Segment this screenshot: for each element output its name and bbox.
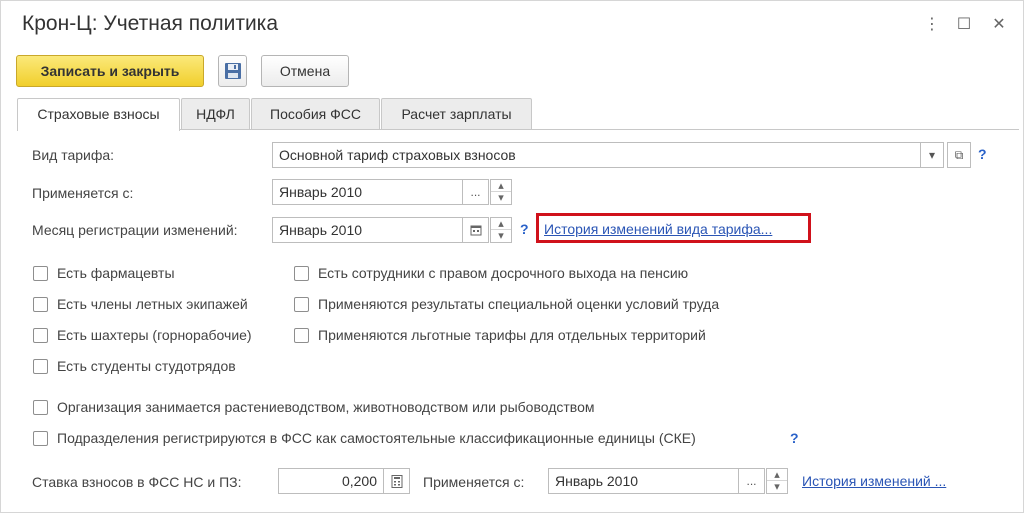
tariff-field[interactable]: Основной тариф страховых взносов [272, 142, 921, 168]
fss-applies-from-select-button[interactable]: ... [738, 468, 765, 494]
close-icon[interactable]: ✕ [989, 15, 1009, 35]
tab-ndfl[interactable]: НДФЛ [181, 98, 250, 129]
ske-help-icon[interactable]: ? [790, 430, 799, 446]
tariff-open-icon[interactable]: ⧉ [947, 142, 971, 168]
checkbox-miners[interactable]: Есть шахтеры (горнорабочие) [33, 326, 283, 346]
checkbox-label: Подразделения регистрируются в ФСС как с… [57, 430, 696, 446]
save-and-close-button[interactable]: Записать и закрыть [16, 55, 204, 87]
checkbox-box[interactable] [294, 297, 309, 312]
checkbox-box[interactable] [33, 400, 48, 415]
spin-up-icon[interactable]: ▴ [491, 218, 511, 230]
checkbox-label: Применяются результаты специальной оценк… [318, 296, 720, 312]
title-bar: Крон-Ц: Учетная политика ⋮ ☐ ✕ [1, 1, 1024, 51]
checkbox-flight-crew[interactable]: Есть члены летных экипажей [33, 295, 283, 315]
maximize-icon[interactable]: ☐ [954, 15, 974, 35]
spin-down-icon[interactable]: ▾ [491, 192, 511, 204]
checkbox-box[interactable] [33, 328, 48, 343]
checkbox-label: Организация занимается растениеводством,… [57, 399, 595, 415]
tariff-history-link[interactable]: История изменений вида тарифа... [544, 221, 772, 237]
checkbox-label: Применяются льготные тарифы для отдельны… [318, 327, 706, 343]
tab-insurance-contributions[interactable]: Страховые взносы [17, 98, 180, 131]
policy-window: Крон-Ц: Учетная политика ⋮ ☐ ✕ Записать … [0, 0, 1024, 513]
reg-month-field[interactable]: Январь 2010 [272, 217, 463, 243]
spin-down-icon[interactable]: ▾ [491, 230, 511, 242]
more-icon[interactable]: ⋮ [922, 15, 942, 35]
checkbox-agriculture[interactable]: Организация занимается растениеводством,… [33, 398, 693, 418]
tariff-help-icon[interactable]: ? [978, 146, 987, 162]
checkbox-label: Есть студенты студотрядов [57, 358, 236, 374]
fss-applies-from-field[interactable]: Январь 2010 [548, 468, 739, 494]
checkbox-box[interactable] [33, 297, 48, 312]
checkbox-label: Есть сотрудники с правом досрочного выхо… [318, 265, 689, 281]
applies-from-field[interactable]: Январь 2010 [272, 179, 463, 205]
save-button[interactable] [218, 55, 247, 87]
fss-history-link[interactable]: История изменений ... [802, 473, 946, 489]
checkbox-label: Есть шахтеры (горнорабочие) [57, 327, 252, 343]
floppy-disk-icon [225, 63, 241, 79]
calendar-icon [470, 225, 481, 236]
spin-up-icon[interactable]: ▴ [767, 469, 787, 481]
checkbox-box[interactable] [33, 431, 48, 446]
applies-from-spinner[interactable]: ▴ ▾ [490, 179, 512, 205]
applies-from-select-button[interactable]: ... [462, 179, 489, 205]
spin-down-icon[interactable]: ▾ [767, 481, 787, 493]
checkbox-box[interactable] [33, 359, 48, 374]
applies-from-label: Применяется с: [32, 185, 134, 201]
spin-up-icon[interactable]: ▴ [491, 180, 511, 192]
checkbox-students[interactable]: Есть студенты студотрядов [33, 357, 283, 377]
checkbox-box[interactable] [294, 328, 309, 343]
checkbox-pharmacists[interactable]: Есть фармацевты [33, 264, 283, 284]
checkbox-special-assessment[interactable]: Применяются результаты специальной оценк… [294, 295, 774, 315]
window-title: Крон-Ц: Учетная политика [22, 12, 278, 35]
tariff-label: Вид тарифа: [32, 147, 115, 163]
toolbar: Записать и закрыть Отмена [1, 53, 1024, 89]
tab-fss-benefits[interactable]: Пособия ФСС [251, 98, 380, 129]
checkbox-label: Есть фармацевты [57, 265, 175, 281]
cancel-button[interactable]: Отмена [261, 55, 349, 87]
tab-payroll[interactable]: Расчет зарплаты [381, 98, 532, 129]
fss-rate-calculator-button[interactable] [383, 468, 410, 494]
calculator-icon [391, 475, 402, 488]
checkbox-early-retirement[interactable]: Есть сотрудники с правом досрочного выхо… [294, 264, 774, 284]
checkbox-ske-units[interactable]: Подразделения регистрируются в ФСС как с… [33, 429, 793, 449]
checkbox-preferential-tariffs[interactable]: Применяются льготные тарифы для отдельны… [294, 326, 774, 346]
fss-rate-field[interactable]: 0,200 [278, 468, 384, 494]
checkbox-label: Есть члены летных экипажей [57, 296, 248, 312]
reg-month-calendar-button[interactable] [462, 217, 489, 243]
fss-rate-label: Ставка взносов в ФСС НС и ПЗ: [32, 474, 242, 490]
checkbox-box[interactable] [294, 266, 309, 281]
fss-applies-from-label: Применяется с: [423, 474, 525, 490]
reg-month-label: Месяц регистрации изменений: [32, 222, 238, 238]
checkbox-box[interactable] [33, 266, 48, 281]
tariff-dropdown-icon[interactable]: ▾ [920, 142, 944, 168]
fss-applies-from-spinner[interactable]: ▴ ▾ [766, 468, 788, 494]
reg-month-spinner[interactable]: ▴ ▾ [490, 217, 512, 243]
reg-month-help-icon[interactable]: ? [520, 221, 529, 237]
